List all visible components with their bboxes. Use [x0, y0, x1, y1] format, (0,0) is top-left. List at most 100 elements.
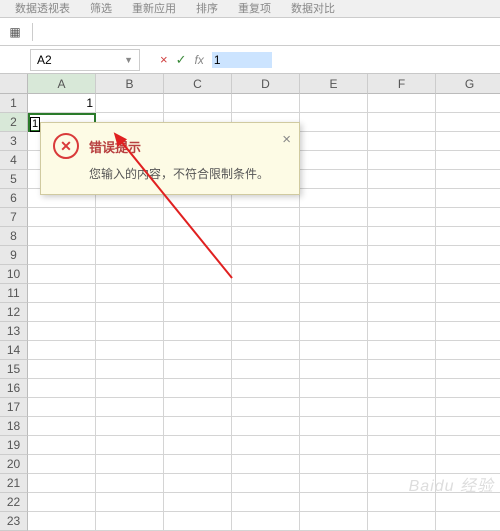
cell[interactable]: [232, 398, 300, 417]
cell[interactable]: [96, 360, 164, 379]
toolbar-icon[interactable]: ▦: [4, 21, 26, 43]
cell[interactable]: [368, 132, 436, 151]
column-header[interactable]: F: [368, 74, 436, 94]
cell[interactable]: [368, 265, 436, 284]
cell[interactable]: [232, 341, 300, 360]
cell[interactable]: [436, 170, 500, 189]
cell[interactable]: 1: [28, 94, 96, 113]
cell[interactable]: [436, 227, 500, 246]
cell[interactable]: [368, 360, 436, 379]
cell[interactable]: [300, 474, 368, 493]
cell[interactable]: [436, 113, 500, 132]
cell[interactable]: [164, 265, 232, 284]
cell[interactable]: [28, 379, 96, 398]
row-header[interactable]: 12: [0, 303, 28, 322]
cell[interactable]: [300, 208, 368, 227]
cell[interactable]: [436, 436, 500, 455]
cell[interactable]: [300, 113, 368, 132]
cell[interactable]: [300, 398, 368, 417]
row-header[interactable]: 13: [0, 322, 28, 341]
cell[interactable]: [96, 398, 164, 417]
row-header[interactable]: 18: [0, 417, 28, 436]
cell[interactable]: [28, 322, 96, 341]
cell[interactable]: [232, 436, 300, 455]
cell[interactable]: [436, 360, 500, 379]
cell[interactable]: [300, 246, 368, 265]
cell[interactable]: [96, 436, 164, 455]
cell[interactable]: [368, 436, 436, 455]
cell[interactable]: [368, 417, 436, 436]
cell[interactable]: [164, 436, 232, 455]
cell[interactable]: [368, 151, 436, 170]
dropdown-icon[interactable]: ▼: [124, 55, 133, 65]
cell[interactable]: [28, 512, 96, 531]
confirm-icon[interactable]: ✓: [176, 52, 187, 68]
cell[interactable]: [232, 246, 300, 265]
cell[interactable]: [368, 512, 436, 531]
cell[interactable]: [164, 303, 232, 322]
cell[interactable]: [300, 360, 368, 379]
cell[interactable]: [164, 493, 232, 512]
cell[interactable]: [368, 341, 436, 360]
cell[interactable]: [96, 227, 164, 246]
cell[interactable]: [28, 398, 96, 417]
row-header[interactable]: 10: [0, 265, 28, 284]
cell[interactable]: [164, 512, 232, 531]
formula-input[interactable]: [212, 52, 272, 68]
cell[interactable]: [300, 512, 368, 531]
row-header[interactable]: 21: [0, 474, 28, 493]
cell[interactable]: [28, 246, 96, 265]
cell[interactable]: [96, 474, 164, 493]
cell[interactable]: [96, 303, 164, 322]
cell[interactable]: [232, 417, 300, 436]
cell[interactable]: [436, 322, 500, 341]
row-header[interactable]: 7: [0, 208, 28, 227]
cell[interactable]: [436, 208, 500, 227]
cell[interactable]: [96, 512, 164, 531]
cell[interactable]: [300, 341, 368, 360]
row-header[interactable]: 4: [0, 151, 28, 170]
row-header[interactable]: 11: [0, 284, 28, 303]
cell[interactable]: [164, 208, 232, 227]
column-header[interactable]: B: [96, 74, 164, 94]
row-header[interactable]: 3: [0, 132, 28, 151]
cell[interactable]: [232, 474, 300, 493]
ribbon-item[interactable]: 数据透视表: [15, 0, 70, 16]
cell[interactable]: [368, 379, 436, 398]
cell[interactable]: [300, 417, 368, 436]
cell[interactable]: [28, 341, 96, 360]
cell[interactable]: [28, 265, 96, 284]
cell[interactable]: [232, 493, 300, 512]
cell[interactable]: [436, 189, 500, 208]
cell[interactable]: [164, 455, 232, 474]
cell[interactable]: [232, 265, 300, 284]
cancel-icon[interactable]: ×: [160, 52, 168, 67]
cell[interactable]: [164, 246, 232, 265]
cell[interactable]: [300, 322, 368, 341]
close-icon[interactable]: ×: [282, 131, 291, 148]
row-header[interactable]: 15: [0, 360, 28, 379]
cell[interactable]: [368, 113, 436, 132]
cell[interactable]: [28, 455, 96, 474]
cell[interactable]: [368, 322, 436, 341]
cell[interactable]: [232, 208, 300, 227]
row-header[interactable]: 19: [0, 436, 28, 455]
column-header[interactable]: D: [232, 74, 300, 94]
select-all-corner[interactable]: [0, 74, 28, 94]
row-header[interactable]: 1: [0, 94, 28, 113]
cell[interactable]: [28, 474, 96, 493]
cell[interactable]: [96, 493, 164, 512]
row-header[interactable]: 20: [0, 455, 28, 474]
ribbon-item[interactable]: 重新应用: [132, 0, 176, 16]
cell[interactable]: [300, 436, 368, 455]
cell[interactable]: [436, 398, 500, 417]
name-box[interactable]: A2 ▼: [30, 49, 140, 71]
cell[interactable]: [368, 189, 436, 208]
row-header[interactable]: 14: [0, 341, 28, 360]
cell[interactable]: [300, 493, 368, 512]
cell[interactable]: [232, 227, 300, 246]
cell[interactable]: [232, 379, 300, 398]
cell[interactable]: [232, 455, 300, 474]
cell[interactable]: [368, 398, 436, 417]
cell[interactable]: [164, 379, 232, 398]
